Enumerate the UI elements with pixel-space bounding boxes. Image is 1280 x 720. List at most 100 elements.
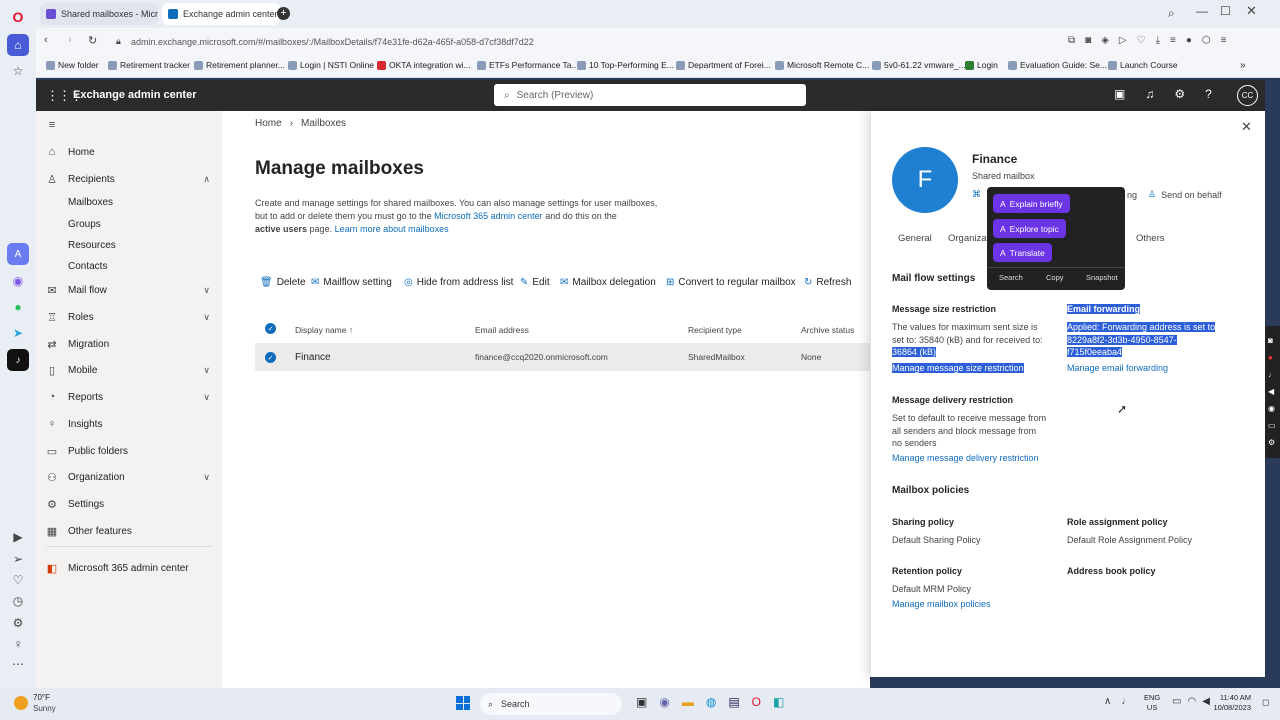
manage-forwarding-link[interactable]: Manage email forwarding	[1067, 363, 1168, 373]
nav-item-insights[interactable]: ♀ Insights	[36, 412, 222, 436]
learn-more-link[interactable]: Learn more about mailboxes	[335, 224, 449, 234]
speaker-icon[interactable]: ◀	[1268, 383, 1276, 400]
nav-item-reports[interactable]: ◔ Reports ∨	[36, 385, 222, 409]
search-tabs-icon[interactable]: ⌕	[1168, 6, 1175, 21]
nav-item-settings[interactable]: ⚙ Settings	[36, 492, 222, 516]
nav-item-mobile[interactable]: ▯ Mobile ∨	[36, 358, 222, 382]
bookmark-item[interactable]: Login | NSTI Online	[288, 60, 374, 70]
bookmark-item[interactable]: 10 Top-Performing E...	[577, 60, 674, 70]
column-header-email[interactable]: Email address	[475, 325, 529, 335]
language-indicator[interactable]: ENG US	[1144, 693, 1160, 713]
bookmark-item[interactable]: Launch Course	[1108, 60, 1178, 70]
url-field[interactable]: admin.exchange.microsoft.com/#/mailboxes…	[131, 32, 1231, 52]
lightbulb-icon[interactable]: ♀	[7, 633, 29, 655]
bookmark-item[interactable]: Login	[965, 60, 998, 70]
tab-others[interactable]: Others	[1136, 233, 1165, 244]
telegram-icon[interactable]: ➤	[7, 322, 29, 344]
nav-item-recipients[interactable]: ♙ Recipients ∧	[36, 167, 222, 191]
weather-desc[interactable]: Sunny	[33, 704, 56, 713]
bookmark-item[interactable]: Microsoft Remote C...	[775, 60, 869, 70]
reload-icon[interactable]: ↻	[88, 34, 97, 47]
nav-item-organization[interactable]: ⚇ Organization ∨	[36, 465, 222, 489]
file-explorer-icon[interactable]: ▬	[682, 695, 694, 709]
minimize-icon[interactable]: —	[1196, 4, 1208, 18]
translate-button[interactable]: A Translate	[993, 243, 1052, 262]
app-title[interactable]: Exchange admin center	[73, 89, 197, 101]
nav-item-migration[interactable]: ⇄ Migration	[36, 332, 222, 356]
action-partial-label[interactable]: ng	[1127, 190, 1137, 200]
row-checkbox[interactable]: ✓	[265, 352, 276, 363]
nav-item-home[interactable]: ⌂ Home	[36, 140, 222, 164]
webcam-icon[interactable]: ◉	[1268, 400, 1276, 417]
nav-sub-contacts[interactable]: Contacts	[68, 261, 107, 272]
teams-icon[interactable]: ◉	[659, 695, 669, 709]
microphone-icon[interactable]: ♩	[1268, 366, 1276, 383]
nav-sub-mailboxes[interactable]: Mailboxes	[68, 197, 113, 208]
weather-temp[interactable]: 70°F	[33, 693, 50, 702]
monitor-icon[interactable]: ▭	[1172, 696, 1181, 707]
share-icon[interactable]: ⧉	[1068, 35, 1075, 46]
manage-size-link[interactable]: Manage message size restriction	[892, 363, 1024, 373]
bookmark-item[interactable]: Department of Forei...	[676, 60, 771, 70]
tab-shared-mailboxes[interactable]: Shared mailboxes - Micr	[40, 3, 158, 25]
bookmark-item[interactable]: Retirement tracker	[108, 60, 190, 70]
whatsapp-icon[interactable]: ●	[7, 296, 29, 318]
wifi-icon[interactable]: ◠	[1187, 696, 1196, 707]
bookmark-item[interactable]: New folder	[46, 60, 99, 70]
column-header-recipient-type[interactable]: Recipient type	[688, 325, 742, 335]
nav-sub-resources[interactable]: Resources	[68, 240, 116, 251]
action-icon[interactable]: ⌘	[972, 189, 981, 200]
camera-icon[interactable]: ◙	[1268, 332, 1276, 349]
home-icon[interactable]: ⌂	[7, 34, 29, 56]
tab-organization[interactable]: Organizat	[948, 233, 989, 244]
popup-snapshot-button[interactable]: Snapshot	[1086, 273, 1118, 282]
opera-logo-icon[interactable]: O	[7, 6, 29, 28]
mailflow-setting-button[interactable]: ✉ Mailflow setting	[311, 277, 392, 288]
notification-bell-icon[interactable]: ♫	[1145, 87, 1154, 101]
opera-icon[interactable]: O	[752, 695, 761, 709]
nav-item-public-folders[interactable]: ▭ Public folders	[36, 439, 222, 463]
edge-icon[interactable]: ◍	[706, 695, 716, 709]
task-view-icon[interactable]: ▣	[636, 695, 647, 709]
store-icon[interactable]: ▤	[728, 695, 739, 709]
star-icon[interactable]: ☆	[7, 60, 29, 82]
column-header-archive-status[interactable]: Archive status	[801, 325, 854, 335]
app-icon[interactable]: ◧	[773, 695, 784, 709]
nav-item-other-features[interactable]: ▦ Other features	[36, 519, 222, 543]
gear-icon[interactable]: ⚙	[1174, 87, 1185, 101]
tiktok-icon[interactable]: ♪	[7, 349, 29, 371]
tab-exchange-admin-center[interactable]: Exchange admin center	[162, 3, 280, 25]
tab-general[interactable]: General	[898, 233, 932, 244]
gear-icon[interactable]: ⚙	[1268, 434, 1276, 451]
easy-setup-icon[interactable]: ≡	[1170, 35, 1176, 46]
avatar[interactable]: CC	[1237, 85, 1258, 106]
nav-item-m365-admin[interactable]: ◧ Microsoft 365 admin center	[36, 556, 222, 580]
bookmark-item[interactable]: OKTA integration wi...	[377, 60, 471, 70]
close-window-icon[interactable]: ✕	[1246, 3, 1257, 19]
feedback-icon[interactable]: ▣	[1114, 87, 1125, 101]
popup-search-button[interactable]: Search	[999, 273, 1023, 282]
notification-icon[interactable]: ◻	[1262, 697, 1269, 708]
screen-icon[interactable]: ▭	[1268, 417, 1276, 434]
camera-icon[interactable]: ◙	[1085, 35, 1091, 46]
windows-start-icon[interactable]	[456, 696, 470, 710]
maximize-icon[interactable]: ☐	[1220, 4, 1231, 18]
help-icon[interactable]: ?	[1205, 87, 1212, 101]
taskbar-search[interactable]: ⌕ Search	[480, 693, 622, 715]
send-on-behalf-button[interactable]: ♙ Send on behalf	[1148, 189, 1222, 200]
close-panel-icon[interactable]: ✕	[1241, 119, 1252, 135]
convert-mailbox-button[interactable]: ⊞ Convert to regular mailbox	[666, 277, 796, 288]
bookmark-item[interactable]: Evaluation Guide: Se...	[1008, 60, 1107, 70]
microphone-icon[interactable]: ♩	[1121, 696, 1131, 707]
send-icon[interactable]: ➢	[7, 548, 29, 570]
menu-icon[interactable]: ≡	[1221, 35, 1227, 46]
record-icon[interactable]: ●	[1268, 349, 1276, 366]
play-icon[interactable]: ▷	[1119, 35, 1127, 46]
aria-icon[interactable]: A	[7, 243, 29, 265]
heart-icon[interactable]: ♡	[1137, 35, 1146, 46]
nav-item-mail-flow[interactable]: ✉ Mail flow ∨	[36, 278, 222, 302]
extension-icon[interactable]: ⬡	[1202, 35, 1211, 46]
hide-address-list-button[interactable]: ◎ Hide from address list	[404, 277, 513, 288]
mailbox-delegation-button[interactable]: ✉ Mailbox delegation	[560, 277, 656, 288]
forward-icon[interactable]: ›	[68, 34, 72, 46]
